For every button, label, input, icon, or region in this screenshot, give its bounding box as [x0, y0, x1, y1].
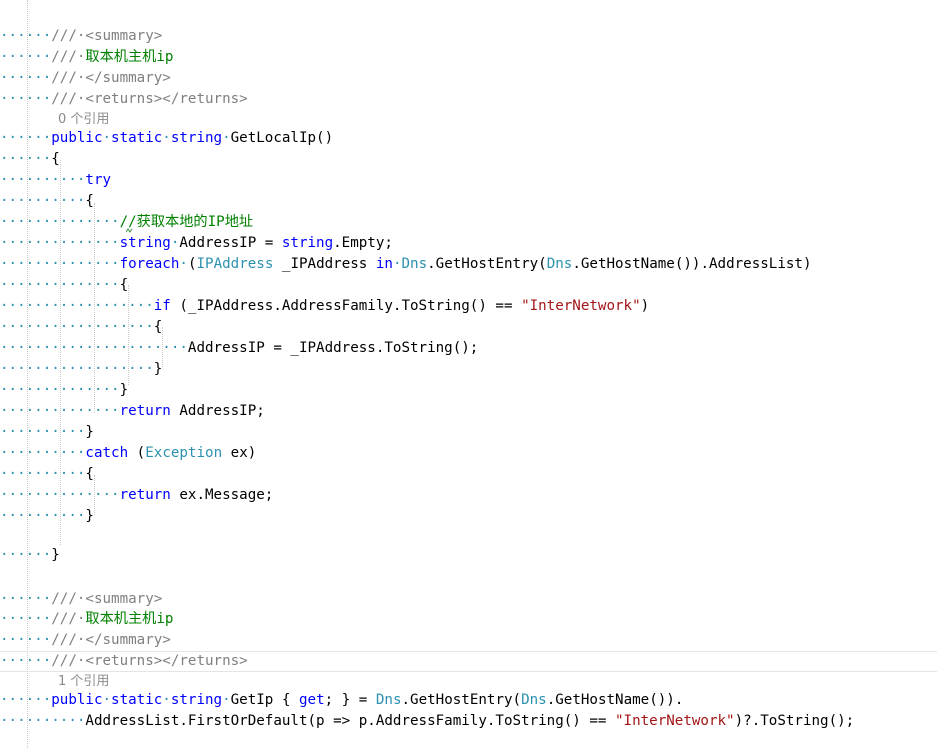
- code-line[interactable]: ······///·取本机主机ip: [0, 609, 173, 630]
- keyword: static: [111, 130, 163, 146]
- code-line[interactable]: ······public·static·string·GetLocalIp(): [0, 128, 333, 149]
- brace: {: [85, 193, 94, 209]
- xml-doc-tag: <summary>: [85, 28, 163, 44]
- method-name[interactable]: GetLocalIp(): [231, 130, 334, 146]
- keyword: foreach: [119, 256, 180, 272]
- code-line[interactable]: ··············return ex.Message;: [0, 485, 273, 506]
- keyword: string: [170, 130, 223, 146]
- code-text: .GetHostName()).AddressList): [572, 256, 812, 272]
- brace: {: [153, 319, 163, 335]
- type-name: Dns: [546, 256, 573, 272]
- code-line[interactable]: ······///·<summary>: [0, 589, 162, 610]
- type-name: IPAddress: [196, 256, 274, 272]
- code-line[interactable]: ······public·static·string·GetIp { get; …: [0, 690, 683, 711]
- brace: }: [85, 424, 94, 440]
- code-line[interactable]: ··········}: [0, 422, 94, 443]
- type-name: Exception: [145, 445, 223, 461]
- code-text: _IPAddress: [273, 256, 376, 272]
- code-line[interactable]: ··················{: [0, 317, 162, 338]
- keyword: get: [298, 692, 325, 708]
- xml-doc-tag: <summary>: [85, 591, 163, 607]
- reference-count[interactable]: 0 个引用: [58, 112, 109, 127]
- code-line[interactable]: ··········{: [0, 464, 94, 485]
- brace: }: [119, 382, 129, 398]
- code-text: AddressIP;: [170, 403, 265, 419]
- code-line[interactable]: ······///·<returns></returns>: [0, 651, 248, 672]
- code-text: AddressIP =: [179, 235, 282, 251]
- code-line[interactable]: ······///·</summary>: [0, 68, 171, 89]
- keyword: try: [85, 172, 112, 188]
- brace: }: [51, 547, 60, 563]
- code-line[interactable]: ··················if (_IPAddress.Address…: [0, 296, 649, 317]
- current-line-highlight: [0, 671, 937, 672]
- xml-doc-tag: <returns></returns>: [85, 653, 248, 669]
- code-text: .GetHostEntry(: [401, 692, 522, 708]
- code-text: .Empty;: [333, 235, 393, 251]
- code-line[interactable]: ······///·取本机主机ip: [0, 47, 173, 68]
- keyword: static: [111, 692, 163, 708]
- codelens-references[interactable]: 1 个引用: [58, 671, 109, 692]
- doc-comment-text: 取本机主机ip: [85, 49, 174, 65]
- brace: {: [85, 466, 94, 482]
- codelens-references[interactable]: 0 个引用: [58, 109, 109, 130]
- property-name[interactable]: GetIp {: [231, 692, 299, 708]
- code-text: (_IPAddress.AddressFamily.ToString() ==: [170, 298, 522, 314]
- keyword: if: [153, 298, 171, 314]
- code-text: ex): [222, 445, 257, 461]
- brace: {: [51, 151, 60, 167]
- code-line[interactable]: ······///·</summary>: [0, 630, 171, 651]
- code-text: ): [640, 298, 650, 314]
- code-line[interactable]: ··········{: [0, 191, 94, 212]
- code-line[interactable]: ··········catch (Exception ex): [0, 443, 256, 464]
- type-name: Dns: [401, 256, 428, 272]
- string-literal: "InterNetwork": [521, 298, 641, 314]
- type-name: Dns: [375, 692, 402, 708]
- type-name: Dns: [521, 692, 547, 708]
- code-line[interactable]: ··················}: [0, 359, 162, 380]
- keyword: string: [119, 235, 171, 251]
- keyword: string: [281, 235, 334, 251]
- doc-comment-text: 取本机主机ip: [85, 611, 174, 627]
- code-line[interactable]: ······}: [0, 545, 60, 566]
- brace: {: [119, 277, 129, 293]
- keyword: return: [119, 487, 171, 503]
- code-text: ex.Message;: [170, 487, 274, 503]
- code-line[interactable]: ······{: [0, 149, 60, 170]
- xml-doc-tag: </summary>: [85, 70, 171, 86]
- reference-count[interactable]: 1 个引用: [58, 674, 109, 689]
- code-line[interactable]: ··········AddressList.FirstOrDefault(p =…: [0, 711, 854, 732]
- keyword: in: [375, 256, 393, 272]
- code-line[interactable]: ··············{: [0, 275, 128, 296]
- keyword: return: [119, 403, 171, 419]
- code-line[interactable]: ··········try: [0, 170, 111, 191]
- code-text: .GetHostName()).: [546, 692, 684, 708]
- code-text: )?.ToString();: [734, 713, 855, 729]
- code-line[interactable]: ··············return AddressIP;: [0, 401, 265, 422]
- code-line[interactable]: ··············string·AddressIP = string.…: [0, 233, 393, 254]
- code-line[interactable]: ··············}: [0, 380, 128, 401]
- code-text: .GetHostEntry(: [427, 256, 547, 272]
- code-editor[interactable]: ······///·<summary> ······///·取本机主机ip ··…: [0, 0, 937, 748]
- brace: }: [153, 361, 163, 377]
- code-text: AddressIP = _IPAddress.ToString();: [187, 340, 479, 356]
- code-text: (: [128, 445, 146, 461]
- brace: }: [85, 508, 94, 524]
- keyword: public: [51, 130, 103, 146]
- code-line[interactable]: ······················AddressIP = _IPAdd…: [0, 338, 478, 359]
- keyword: public: [51, 692, 103, 708]
- code-text: AddressList.FirstOrDefault(p => p.Addres…: [85, 713, 616, 729]
- string-literal: "InterNetwork": [615, 713, 735, 729]
- code-line[interactable]: ··········}: [0, 506, 94, 527]
- code-text: ; } =: [324, 692, 376, 708]
- code-line[interactable]: ··············foreach·(IPAddress _IPAddr…: [0, 254, 812, 275]
- code-line[interactable]: ······///·<returns></returns>: [0, 89, 248, 110]
- keyword: catch: [85, 445, 129, 461]
- keyword: string: [170, 692, 223, 708]
- xml-doc-tag: <returns></returns>: [85, 91, 248, 107]
- xml-doc-tag: </summary>: [85, 632, 171, 648]
- code-line[interactable]: ······///·<summary>: [0, 26, 162, 47]
